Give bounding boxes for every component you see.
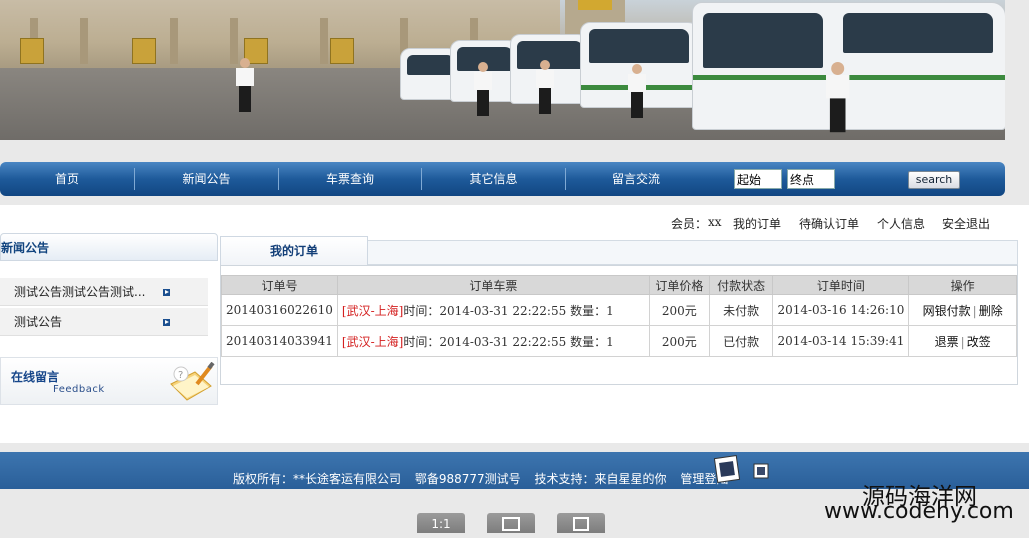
pending-orders-link[interactable]: 待确认订单 — [799, 215, 859, 232]
order-price: 200元 — [648, 294, 710, 326]
actual-size-button[interactable]: 1:1 — [417, 513, 465, 533]
nav-item-other-info[interactable]: 其它信息 — [422, 162, 565, 196]
open-new-button[interactable] — [557, 513, 605, 533]
banner-photo — [0, 0, 1005, 140]
order-route: [武汉-上海] — [341, 303, 404, 318]
payment-status: 已付款 — [708, 325, 774, 357]
feedback-box[interactable]: 在线留言 Feedback ? — [0, 357, 218, 405]
column-header: 订单号 — [221, 275, 338, 295]
payment-status: 未付款 — [708, 294, 774, 326]
news-item[interactable]: 测试公告 — [0, 308, 208, 336]
time-label: 时间： — [403, 334, 440, 349]
table-row: 20140314033941 [武汉-上海]时间：2014-03-31 22:2… — [221, 325, 1017, 357]
news-item-label: 测试公告测试公告测试... — [14, 285, 146, 299]
ticket-qty: 1 — [606, 303, 614, 318]
order-time: 2014-03-16 14:26:10 — [772, 294, 910, 326]
order-ticket: [武汉-上海]时间：2014-03-31 22:22:55 数量：1 — [336, 294, 650, 326]
order-id: 20140314033941 — [221, 325, 338, 357]
column-header: 订单时间 — [772, 275, 910, 295]
footer-text: 版权所有：**长途客运有限公司 鄂备988777测试号 技术支持：来自星星的你 … — [233, 470, 738, 487]
order-actions: 网银付款 | 删除 — [908, 294, 1017, 326]
logout-link[interactable]: 安全退出 — [942, 215, 990, 232]
delete-order-button[interactable]: 删除 — [979, 304, 1003, 318]
table-header-row: 订单号 订单车票 订单价格 付款状态 订单时间 操作 — [221, 275, 1017, 295]
main-nav: 首页 新闻公告 车票查询 其它信息 留言交流 search — [0, 162, 1005, 196]
tab-bar — [368, 240, 1018, 265]
my-orders-link[interactable]: 我的订单 — [733, 215, 781, 232]
playing-card-icon — [713, 455, 741, 483]
pay-online-button[interactable]: 网银付款 — [923, 304, 971, 318]
column-header: 订单价格 — [648, 275, 710, 295]
order-ticket: [武汉-上海]时间：2014-03-31 22:22:55 数量：1 — [336, 325, 650, 357]
fit-screen-button[interactable] — [487, 513, 535, 533]
arrow-right-icon — [163, 319, 170, 326]
column-header: 付款状态 — [708, 275, 774, 295]
to-station-input[interactable] — [787, 169, 835, 189]
order-route: [武汉-上海] — [341, 334, 404, 349]
feedback-title: 在线留言 — [11, 370, 60, 384]
fit-screen-icon — [502, 517, 520, 531]
from-station-input[interactable] — [734, 169, 782, 189]
feedback-subtitle: Feedback — [53, 384, 105, 395]
news-item-label: 测试公告 — [14, 315, 63, 329]
icp-text: 鄂备988777测试号 — [414, 472, 521, 486]
arrow-right-icon — [163, 289, 170, 296]
orders-table: 订单号 订单车票 订单价格 付款状态 订单时间 操作 2014031602261… — [221, 275, 1017, 357]
news-item[interactable]: 测试公告测试公告测试... — [0, 278, 208, 306]
search-button[interactable]: search — [908, 171, 960, 189]
svg-text:?: ? — [178, 370, 183, 381]
qty-label: 数量： — [570, 303, 607, 318]
watermark-url: www.codehy.com — [824, 499, 1014, 524]
table-row: 20140316022610 [武汉-上海]时间：2014-03-31 22:2… — [221, 294, 1017, 326]
refund-button[interactable]: 退票 — [935, 335, 959, 349]
copyright-text: 版权所有：**长途客运有限公司 — [233, 472, 402, 486]
tab-my-orders[interactable]: 我的订单 — [220, 236, 368, 265]
profile-link[interactable]: 个人信息 — [877, 215, 925, 232]
time-label: 时间： — [403, 303, 440, 318]
ticket-qty: 1 — [606, 334, 614, 349]
nav-item-news[interactable]: 新闻公告 — [135, 162, 278, 196]
nav-item-ticket-query[interactable]: 车票查询 — [279, 162, 421, 196]
order-actions: 退票 | 改签 — [908, 325, 1017, 357]
support-text: 技术支持：来自星星的你 — [534, 472, 667, 486]
member-label: 会员： — [671, 217, 708, 231]
order-price: 200元 — [648, 325, 710, 357]
qty-label: 数量： — [570, 334, 607, 349]
notepad-pencil-icon: ? — [170, 362, 215, 401]
orders-panel: 订单号 订单车票 订单价格 付款状态 订单时间 操作 2014031602261… — [220, 265, 1018, 385]
departure-time: 2014-03-31 22:22:55 — [439, 303, 567, 318]
nav-item-message[interactable]: 留言交流 — [566, 162, 706, 196]
order-id: 20140316022610 — [221, 294, 338, 326]
order-time: 2014-03-14 15:39:41 — [772, 325, 910, 357]
external-icon — [573, 517, 589, 531]
nav-item-home[interactable]: 首页 — [0, 162, 134, 196]
member-name: xx — [708, 215, 722, 229]
reschedule-button[interactable]: 改签 — [967, 335, 991, 349]
status-icon — [753, 463, 769, 479]
column-header: 订单车票 — [336, 275, 650, 295]
column-header: 操作 — [908, 275, 1017, 295]
departure-time: 2014-03-31 22:22:55 — [439, 334, 567, 349]
news-section-title: 新闻公告 — [0, 233, 218, 261]
